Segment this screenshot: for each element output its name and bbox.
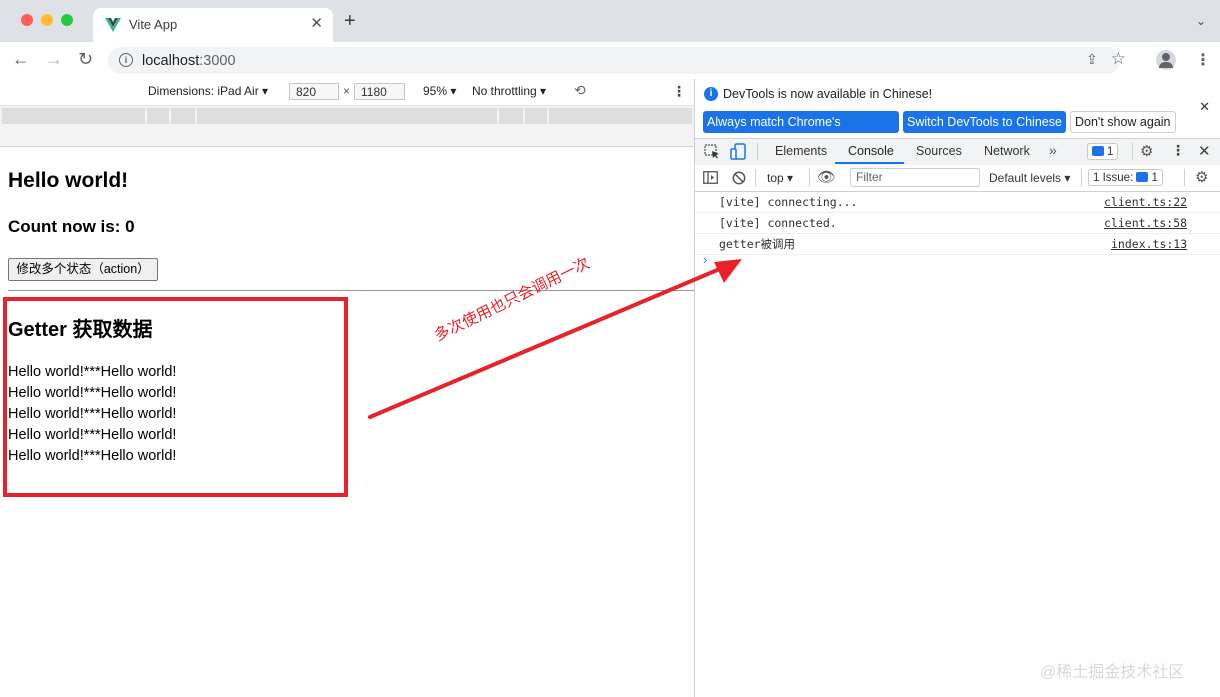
watermark: @稀土掘金技术社区 bbox=[1040, 664, 1185, 681]
annotation-arrow bbox=[368, 259, 742, 419]
